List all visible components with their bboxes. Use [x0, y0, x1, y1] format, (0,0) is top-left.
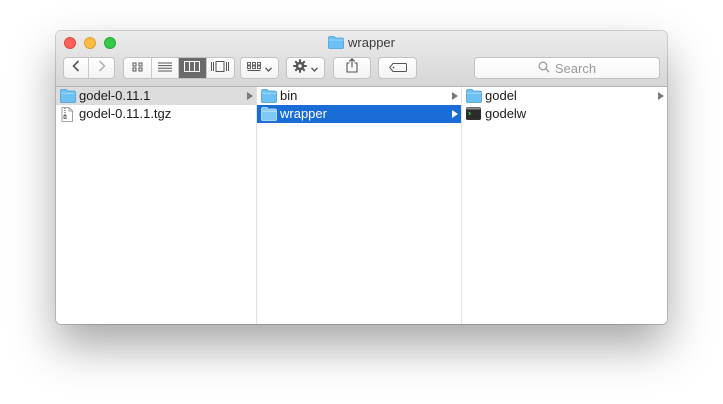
list-icon	[157, 59, 172, 77]
disclosure-arrow-icon	[452, 110, 458, 118]
column-browser: godel-0.11.1 godel-0.11.1.tgz bin wrappe…	[56, 87, 667, 324]
search-placeholder: Search	[554, 60, 597, 76]
columns-icon	[184, 59, 201, 77]
list-item-label: godel	[485, 88, 517, 103]
folder-icon	[261, 89, 277, 106]
chevron-left-icon	[72, 59, 80, 77]
window-title-text: wrapper	[348, 35, 395, 50]
disclosure-arrow-icon	[247, 92, 253, 100]
search-icon	[538, 61, 555, 76]
tag-icon	[388, 59, 407, 77]
list-item[interactable]: bin	[257, 87, 461, 105]
list-view-button[interactable]	[152, 58, 179, 78]
list-item[interactable]: wrapper	[257, 105, 461, 123]
finder-window: wrapper Search godel-0.11.1 godel-0.11.1…	[56, 31, 667, 324]
list-item[interactable]: godelw	[462, 105, 667, 123]
browser-column-1[interactable]: godel-0.11.1 godel-0.11.1.tgz	[56, 87, 257, 324]
share-icon	[346, 58, 358, 78]
grid-icon	[132, 59, 143, 77]
list-item[interactable]: godel	[462, 87, 667, 105]
browser-column-2[interactable]: bin wrapper	[257, 87, 462, 324]
folder-icon	[328, 36, 344, 53]
list-item[interactable]: godel-0.11.1	[56, 87, 256, 105]
arrange-grid-icon	[247, 59, 261, 77]
list-item[interactable]: godel-0.11.1.tgz	[56, 105, 256, 123]
folder-icon	[60, 89, 76, 106]
cover-flow-view-button[interactable]	[207, 58, 234, 78]
chevron-right-icon	[98, 59, 106, 77]
view-mode-control	[123, 57, 235, 79]
list-item-label: godel-0.11.1.tgz	[79, 106, 172, 121]
cover-flow-icon	[211, 59, 230, 77]
chevron-down-icon	[311, 59, 318, 77]
window-title: wrapper	[56, 35, 667, 53]
back-button[interactable]	[64, 58, 90, 78]
nav-buttons	[63, 57, 115, 79]
column-view-button[interactable]	[179, 58, 207, 78]
folder-icon	[261, 107, 277, 124]
list-item-label: godel-0.11.1	[79, 88, 151, 103]
archive-file-icon	[60, 107, 74, 125]
arrange-button[interactable]	[240, 57, 279, 79]
search-field[interactable]: Search	[474, 57, 660, 79]
disclosure-arrow-icon	[452, 92, 458, 100]
forward-button[interactable]	[89, 58, 114, 78]
icon-view-button[interactable]	[124, 58, 152, 78]
list-item-label: godelw	[485, 106, 527, 121]
list-item-label: bin	[280, 88, 298, 103]
title-bar: wrapper Search	[56, 31, 667, 87]
terminal-executable-icon	[466, 107, 481, 123]
gear-icon	[293, 58, 307, 78]
disclosure-arrow-icon	[658, 92, 664, 100]
folder-icon	[466, 89, 482, 106]
chevron-down-icon	[265, 59, 272, 77]
action-button[interactable]	[286, 57, 325, 79]
list-item-label: wrapper	[280, 106, 327, 121]
browser-column-3[interactable]: godel godelw	[462, 87, 667, 324]
edit-tags-button[interactable]	[378, 57, 417, 79]
share-button[interactable]	[333, 57, 371, 79]
